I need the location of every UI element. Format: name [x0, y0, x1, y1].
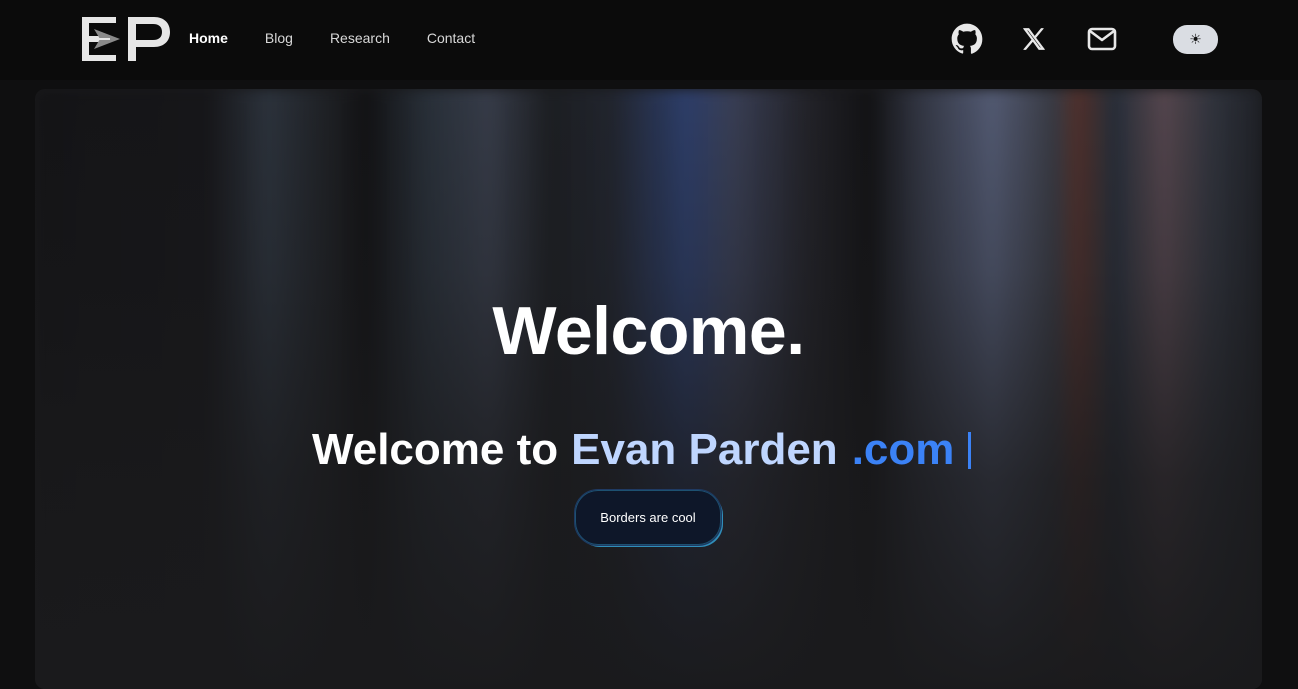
hero-overlay: [35, 89, 1262, 689]
nav-contact[interactable]: Contact: [427, 30, 475, 46]
theme-toggle-button[interactable]: ☀: [1173, 25, 1218, 54]
mail-icon[interactable]: [1085, 22, 1119, 56]
ep-logo[interactable]: [80, 15, 172, 63]
hero-section: Welcome. Welcome to Evan Parden .com Bor…: [35, 89, 1262, 689]
nav-home[interactable]: Home: [189, 30, 228, 46]
subtitle-name: Evan Parden: [571, 425, 838, 474]
subtitle-suffix: .com: [851, 425, 955, 474]
borders-cta-button[interactable]: Borders are cool: [574, 489, 722, 546]
typing-cursor: [968, 431, 972, 469]
logo-mark: [82, 17, 170, 61]
subtitle-prefix: Welcome to: [312, 425, 559, 474]
top-navbar: Home Blog Research Contact ☀: [0, 0, 1298, 80]
main-nav: Home Blog Research Contact: [189, 30, 512, 46]
nav-research[interactable]: Research: [330, 30, 390, 46]
x-icon[interactable]: [1017, 22, 1051, 56]
hero-subtitle: Welcome to Evan Parden .com: [312, 425, 972, 475]
github-icon[interactable]: [950, 22, 984, 56]
sun-icon: ☀: [1189, 31, 1202, 47]
nav-blog[interactable]: Blog: [265, 30, 293, 46]
hero-title: Welcome.: [492, 293, 805, 369]
